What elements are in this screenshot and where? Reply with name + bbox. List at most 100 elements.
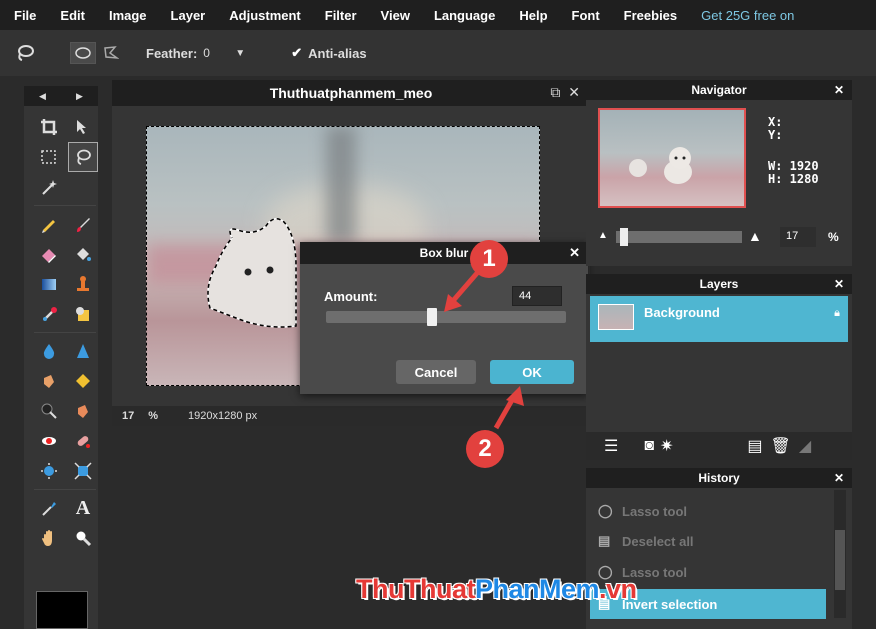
smudge-icon[interactable] bbox=[34, 366, 64, 396]
crop-tool-icon[interactable] bbox=[34, 112, 64, 142]
navigator-dimensions: W: 1920 H: 1280 bbox=[768, 160, 819, 186]
clone-stamp-icon[interactable] bbox=[68, 269, 98, 299]
zoom-tool-icon[interactable] bbox=[68, 523, 98, 553]
red-eye-icon[interactable] bbox=[34, 426, 64, 456]
cancel-button[interactable]: Cancel bbox=[396, 360, 476, 384]
eraser-icon[interactable] bbox=[34, 239, 64, 269]
navigator-zoom-thumb[interactable] bbox=[620, 228, 628, 246]
fill-bucket-icon[interactable] bbox=[68, 239, 98, 269]
tools-panel: ◀ ▶ A bbox=[24, 86, 98, 629]
resize-handle-icon[interactable]: ◢ bbox=[799, 436, 811, 456]
color-replace-icon[interactable] bbox=[34, 299, 64, 329]
antialias-checkbox[interactable]: ✔ bbox=[291, 45, 302, 61]
tools-next-icon[interactable]: ▶ bbox=[76, 91, 83, 102]
foreground-color-swatch[interactable] bbox=[36, 591, 88, 629]
layer-thumbnail bbox=[598, 304, 634, 330]
watermark-logo: ThuThuatPhanMem.vn bbox=[356, 574, 637, 604]
blur-icon[interactable] bbox=[34, 336, 64, 366]
menu-file[interactable]: File bbox=[14, 8, 36, 23]
navigator-close-icon[interactable]: ✕ bbox=[834, 83, 844, 97]
document-size: 1920x1280 px bbox=[188, 410, 258, 422]
deselect-icon: ▤ bbox=[598, 533, 611, 548]
amount-input[interactable]: 44 bbox=[512, 286, 562, 306]
burn-icon[interactable] bbox=[68, 396, 98, 426]
delete-layer-icon[interactable]: 🗑︎ bbox=[771, 436, 791, 456]
history-item[interactable]: ◯ Lasso tool bbox=[590, 496, 826, 526]
document-titlebar: Thuthuatphanmem_meo ⧉ ✕ bbox=[112, 80, 590, 106]
layer-mask-icon[interactable]: ◙ bbox=[644, 437, 654, 455]
history-close-icon[interactable]: ✕ bbox=[834, 471, 844, 485]
feather-label: Feather: bbox=[146, 45, 198, 61]
color-picker-icon[interactable] bbox=[34, 493, 64, 523]
antialias-label: Anti-alias bbox=[308, 45, 367, 61]
navigator-panel: Navigator ✕ X: Y: W: 1920 H: 1280 ▲ ▲ 17… bbox=[586, 80, 852, 266]
menu-font[interactable]: Font bbox=[572, 8, 600, 23]
pinch-icon[interactable] bbox=[68, 456, 98, 486]
feather-input[interactable]: 0 bbox=[203, 46, 233, 60]
spot-heal-icon[interactable] bbox=[68, 426, 98, 456]
zoom-in-icon[interactable]: ▲ bbox=[748, 228, 762, 244]
hand-tool-icon[interactable] bbox=[34, 523, 64, 553]
menu-freebies[interactable]: Freebies bbox=[624, 8, 677, 23]
history-scrollbar[interactable] bbox=[834, 490, 846, 618]
restore-window-icon[interactable]: ⧉ bbox=[550, 84, 560, 100]
layer-settings-icon[interactable]: ☰ bbox=[604, 436, 618, 456]
navigator-thumbnail[interactable] bbox=[598, 108, 746, 208]
layers-panel: Layers ✕ Background 🔒︎ ☰ ◙ ✷ ▤ 🗑︎ ◢ bbox=[586, 274, 852, 460]
document-title: Thuthuatphanmem_meo bbox=[269, 85, 433, 101]
bloat-icon[interactable] bbox=[34, 456, 64, 486]
amount-label: Amount: bbox=[324, 289, 378, 304]
layers-close-icon[interactable]: ✕ bbox=[834, 277, 844, 291]
zoom-value[interactable]: 17 bbox=[122, 410, 134, 422]
dialog-title: Box blur bbox=[419, 246, 469, 260]
navigator-titlebar: Navigator ✕ bbox=[586, 80, 852, 100]
promo-link[interactable]: Get 25G free on bbox=[701, 8, 794, 23]
navigator-xy: X: Y: bbox=[768, 115, 783, 142]
layer-row-background[interactable]: Background 🔒︎ bbox=[590, 296, 848, 342]
marquee-tool-icon[interactable] bbox=[34, 142, 64, 172]
dodge-icon[interactable] bbox=[34, 396, 64, 426]
menu-language[interactable]: Language bbox=[434, 8, 495, 23]
zoom-out-icon[interactable]: ▲ bbox=[598, 230, 608, 241]
dialog-close-icon[interactable]: ✕ bbox=[569, 245, 580, 261]
lasso-icon bbox=[10, 38, 40, 68]
sharpen-icon[interactable] bbox=[68, 336, 98, 366]
sponge-icon[interactable] bbox=[68, 366, 98, 396]
new-layer-icon[interactable]: ▤ bbox=[747, 436, 762, 456]
navigator-zoom-input[interactable]: 17 bbox=[780, 227, 816, 247]
layers-toolbar: ☰ ◙ ✷ ▤ 🗑︎ ◢ bbox=[586, 432, 852, 460]
history-item[interactable]: ▤ Deselect all bbox=[590, 526, 826, 556]
feather-dropdown-icon[interactable]: ▼ bbox=[235, 48, 245, 59]
navigator-zoom-slider[interactable] bbox=[616, 228, 742, 246]
move-tool-icon[interactable] bbox=[68, 112, 98, 142]
ok-button[interactable]: OK bbox=[490, 360, 574, 384]
lock-icon[interactable]: 🔒︎ bbox=[834, 307, 840, 320]
lasso-tool-icon[interactable] bbox=[68, 142, 98, 172]
magic-wand-icon[interactable] bbox=[34, 172, 64, 202]
menu-edit[interactable]: Edit bbox=[60, 8, 85, 23]
polygon-lasso-icon[interactable] bbox=[100, 42, 122, 64]
text-tool-icon[interactable]: A bbox=[68, 493, 98, 523]
amount-slider-thumb[interactable] bbox=[427, 308, 437, 326]
drawing-icon[interactable] bbox=[68, 299, 98, 329]
layer-effects-icon[interactable]: ✷ bbox=[660, 436, 673, 456]
menu-bar: File Edit Image Layer Adjustment Filter … bbox=[0, 0, 876, 30]
tools-prev-icon[interactable]: ◀ bbox=[39, 91, 46, 102]
navigator-height: H: 1280 bbox=[768, 172, 819, 186]
layer-name: Background bbox=[644, 305, 720, 320]
pencil-icon[interactable] bbox=[34, 209, 64, 239]
menu-image[interactable]: Image bbox=[109, 8, 147, 23]
close-document-icon[interactable]: ✕ bbox=[568, 84, 580, 100]
menu-filter[interactable]: Filter bbox=[325, 8, 357, 23]
brush-icon[interactable] bbox=[68, 209, 98, 239]
history-title: History bbox=[698, 471, 740, 485]
menu-view[interactable]: View bbox=[381, 8, 410, 23]
menu-help[interactable]: Help bbox=[519, 8, 547, 23]
lasso-mode-button[interactable] bbox=[70, 42, 96, 64]
history-titlebar: History ✕ bbox=[586, 468, 852, 488]
gradient-icon[interactable] bbox=[34, 269, 64, 299]
history-scroll-thumb[interactable] bbox=[835, 530, 845, 590]
menu-layer[interactable]: Layer bbox=[171, 8, 206, 23]
menu-adjustment[interactable]: Adjustment bbox=[229, 8, 301, 23]
arrow-1-icon bbox=[444, 270, 480, 312]
